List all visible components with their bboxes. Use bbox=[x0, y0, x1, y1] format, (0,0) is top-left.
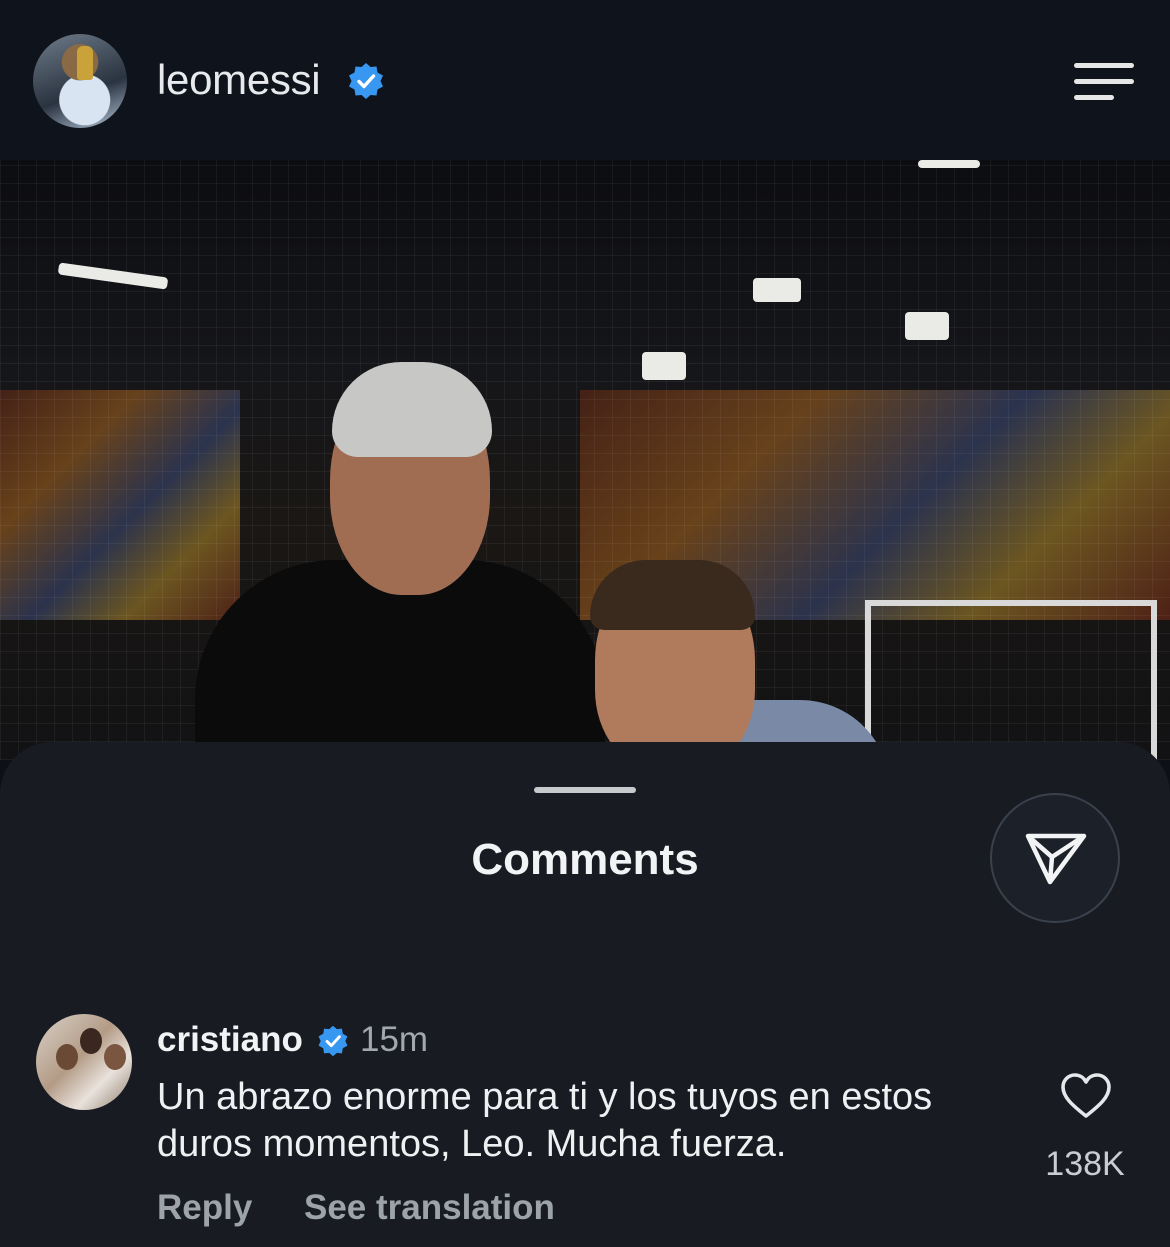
profile-header: leomessi bbox=[0, 0, 1170, 160]
comment-avatar[interactable] bbox=[36, 1014, 132, 1110]
verified-badge-icon bbox=[349, 63, 383, 99]
soccer-goal bbox=[865, 600, 1157, 760]
like-count: 138K bbox=[1045, 1145, 1125, 1183]
heart-like-icon[interactable] bbox=[1060, 1072, 1112, 1120]
menu-line bbox=[1074, 79, 1134, 84]
ceiling-light bbox=[905, 312, 949, 340]
ceiling-light bbox=[642, 352, 686, 380]
avatar-face bbox=[80, 1028, 102, 1054]
verified-badge-icon bbox=[318, 1025, 348, 1057]
comment-timestamp: 15m bbox=[360, 1020, 429, 1059]
comment-username[interactable]: cristiano bbox=[157, 1018, 303, 1062]
ceiling-light bbox=[753, 278, 801, 302]
avatar-face bbox=[104, 1044, 126, 1070]
comments-sheet: Comments cristiano 15m Un abrazo enorme … bbox=[0, 742, 1170, 1247]
avatar-face bbox=[56, 1044, 78, 1070]
send-paper-plane-icon bbox=[1025, 833, 1087, 885]
profile-avatar[interactable] bbox=[33, 34, 127, 128]
see-translation-button[interactable]: See translation bbox=[304, 1186, 555, 1230]
trophy-icon bbox=[77, 46, 93, 80]
menu-line bbox=[1074, 63, 1134, 68]
profile-username[interactable]: leomessi bbox=[157, 52, 321, 108]
sheet-grabber-handle[interactable] bbox=[534, 787, 636, 793]
post-photo[interactable] bbox=[0, 160, 1170, 760]
menu-line bbox=[1074, 95, 1114, 100]
person-right-hair bbox=[590, 560, 755, 630]
ceiling-light bbox=[918, 160, 980, 168]
share-button[interactable] bbox=[990, 793, 1120, 923]
comment-text: Un abrazo enorme para ti y los tuyos en … bbox=[157, 1076, 933, 1165]
hamburger-menu-icon[interactable] bbox=[1066, 60, 1138, 104]
reply-button[interactable]: Reply bbox=[157, 1186, 252, 1230]
